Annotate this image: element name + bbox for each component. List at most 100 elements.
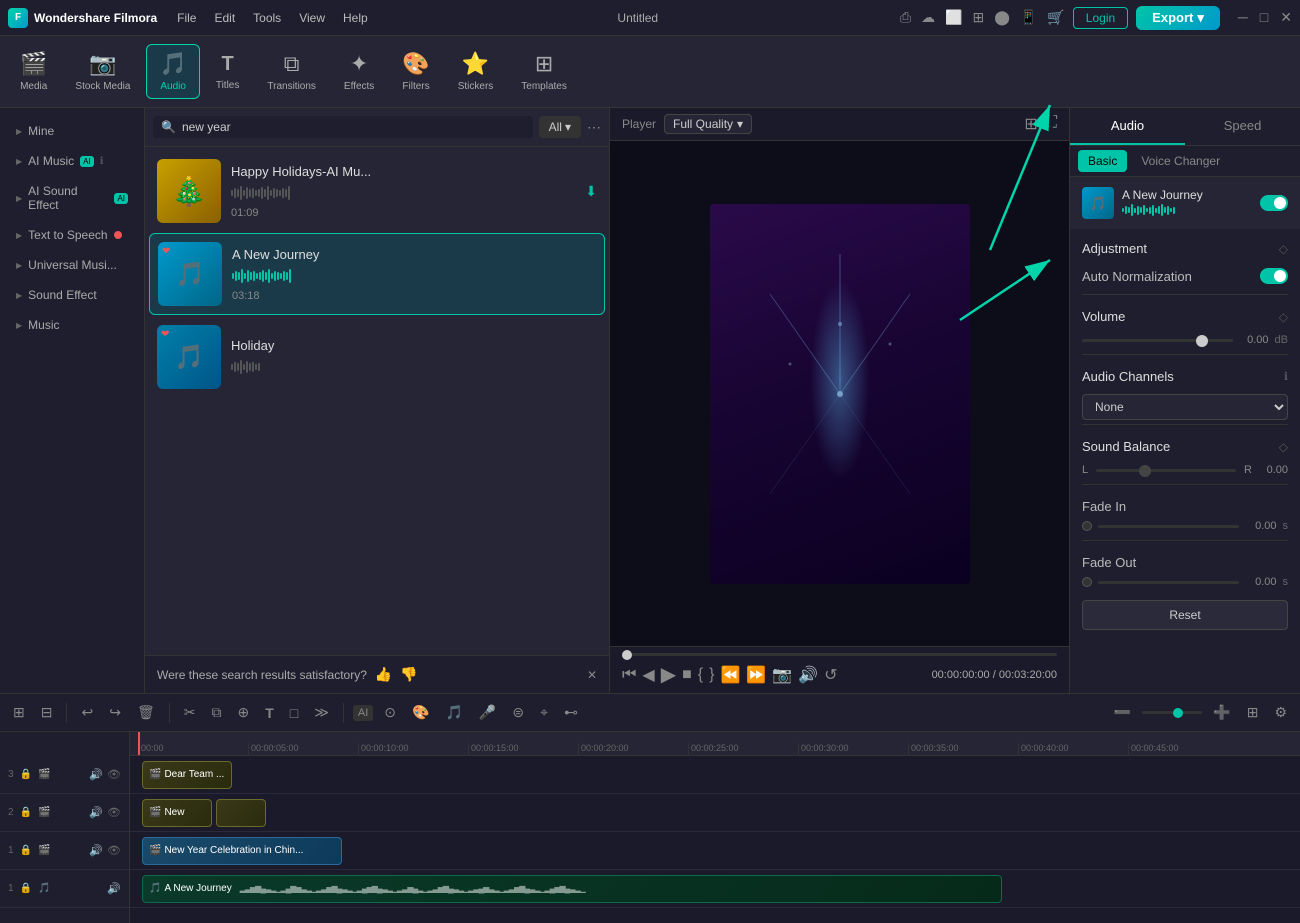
rotate-button[interactable]: ↺ bbox=[824, 665, 837, 685]
tl-copy-button[interactable]: ⧉ bbox=[206, 701, 226, 724]
menu-edit[interactable]: Edit bbox=[206, 9, 243, 27]
screen-icon[interactable]: ⬜ bbox=[945, 9, 962, 26]
tl-delete-button[interactable]: 🗑 bbox=[132, 701, 160, 724]
tl-zoom-out-button[interactable]: ➖ bbox=[1109, 701, 1136, 724]
cart-icon[interactable]: 🛒 bbox=[1047, 9, 1064, 26]
record-icon[interactable]: ⬤ bbox=[994, 9, 1010, 26]
track2-audio-icon[interactable]: 🔊 bbox=[89, 806, 103, 819]
tl-zoom-in-button[interactable]: ➕ bbox=[1208, 701, 1235, 724]
thumbs-down-button[interactable]: 👎 bbox=[400, 666, 417, 683]
tl-audio-button[interactable]: 🎵 bbox=[440, 701, 467, 724]
tl-subtitle-button[interactable]: ⊜ bbox=[507, 701, 529, 724]
tl-paste-button[interactable]: ⊕ bbox=[232, 701, 254, 724]
tl-settings-button[interactable]: ⚙ bbox=[1269, 701, 1292, 724]
sidebar-item-mine[interactable]: ▶ Mine bbox=[0, 116, 144, 146]
tl-mic-button[interactable]: 🎤 bbox=[474, 701, 501, 724]
tool-stock[interactable]: 📷 Stock Media bbox=[63, 45, 142, 98]
tool-media[interactable]: 🎬 Media bbox=[8, 45, 59, 98]
track3-audio-icon[interactable]: 🔊 bbox=[89, 768, 103, 781]
progress-bar[interactable] bbox=[622, 653, 1057, 656]
track2-eye-icon[interactable]: 👁 bbox=[107, 806, 121, 819]
audio-channels-select[interactable]: None Mono Stereo bbox=[1082, 394, 1288, 420]
tl-clip-new[interactable]: 🎬 New bbox=[142, 799, 212, 827]
tab-audio[interactable]: Audio bbox=[1070, 108, 1185, 145]
tool-templates[interactable]: ⊞ Templates bbox=[509, 45, 579, 98]
tl-split-button[interactable]: ⊷ bbox=[559, 701, 583, 724]
tl-more-button[interactable]: ≫ bbox=[309, 701, 334, 724]
sidebar-item-ai-sound[interactable]: ▶ AI Sound Effect AI bbox=[0, 176, 144, 220]
menu-help[interactable]: Help bbox=[335, 9, 376, 27]
tool-transitions[interactable]: ⧉ Transitions bbox=[255, 45, 328, 98]
close-button[interactable]: ✕ bbox=[1280, 9, 1292, 26]
sidebar-item-tts[interactable]: ▶ Text to Speech bbox=[0, 220, 144, 250]
auto-norm-toggle-2[interactable] bbox=[1260, 268, 1288, 284]
tl-layout-button[interactable]: ⊞ bbox=[1242, 701, 1264, 724]
volume-slider-thumb[interactable] bbox=[1196, 335, 1208, 347]
tl-list-button[interactable]: ⊟ bbox=[36, 701, 58, 724]
tl-mask-button[interactable]: □ bbox=[285, 702, 303, 724]
audio-item-happy-holidays[interactable]: 🎄 Happy Holidays-AI Mu... 01:09 ⬇ bbox=[149, 151, 605, 231]
zoom-thumb[interactable] bbox=[1173, 708, 1183, 718]
auto-norm-toggle[interactable] bbox=[1260, 195, 1288, 211]
tl-detect-button[interactable]: ⌖ bbox=[535, 701, 553, 724]
tl-color-button[interactable]: 🎨 bbox=[407, 701, 434, 724]
fade-out-track[interactable] bbox=[1098, 581, 1239, 584]
prev-frame-button[interactable]: ⏮ bbox=[622, 666, 636, 684]
prev-marker-button[interactable]: ⏪ bbox=[720, 665, 740, 685]
tl-redo-button[interactable]: ↪ bbox=[104, 701, 126, 724]
fade-out-dot[interactable] bbox=[1082, 577, 1092, 587]
out-point-button[interactable]: } bbox=[709, 666, 714, 684]
quality-select[interactable]: Full Quality ▾ bbox=[664, 114, 752, 134]
filter-button[interactable]: All ▾ bbox=[539, 116, 581, 138]
tl-clip-dear-team[interactable]: 🎬 Dear Team ... bbox=[142, 761, 232, 789]
sound-balance-thumb[interactable] bbox=[1139, 465, 1151, 477]
phone-icon[interactable]: 📱 bbox=[1020, 9, 1037, 26]
zoom-track[interactable] bbox=[1142, 711, 1202, 714]
menu-file[interactable]: File bbox=[169, 9, 204, 27]
download-icon-happy-holidays[interactable]: ⬇ bbox=[585, 183, 597, 200]
sidebar-item-ai-music[interactable]: ▶ AI Music AI ℹ bbox=[0, 146, 144, 176]
share-icon[interactable]: ⎙ bbox=[900, 9, 911, 26]
audio-item-new-journey[interactable]: ❤ 🎵 A New Journey 03:18 bbox=[149, 233, 605, 315]
in-point-button[interactable]: { bbox=[698, 666, 703, 684]
menu-tools[interactable]: Tools bbox=[245, 9, 289, 27]
sidebar-item-sound-effect[interactable]: ▶ Sound Effect bbox=[0, 280, 144, 310]
menu-view[interactable]: View bbox=[291, 9, 333, 27]
volume-button[interactable]: 🔊 bbox=[798, 665, 818, 685]
audio-item-holiday[interactable]: ❤ 🎵 Holiday bbox=[149, 317, 605, 397]
fullscreen-icon[interactable]: ⛶ bbox=[1046, 114, 1057, 134]
login-button[interactable]: Login bbox=[1073, 7, 1128, 29]
rewind-button[interactable]: ◀ bbox=[642, 665, 654, 685]
search-box[interactable]: 🔍 bbox=[153, 116, 533, 138]
feedback-close-button[interactable]: ✕ bbox=[587, 668, 597, 682]
track1-audio-icon[interactable]: 🔊 bbox=[89, 844, 103, 857]
cloud-icon[interactable]: ☁ bbox=[921, 9, 935, 26]
sidebar-item-universal[interactable]: ▶ Universal Musi... bbox=[0, 250, 144, 280]
tl-cut-button[interactable]: ✂ bbox=[179, 701, 201, 724]
audio-track-volume-icon[interactable]: 🔊 bbox=[107, 882, 121, 895]
minimize-button[interactable]: ─ bbox=[1238, 9, 1248, 26]
tl-clip-new2[interactable] bbox=[216, 799, 266, 827]
tl-ai-button[interactable]: AI bbox=[353, 705, 373, 721]
grid-view-icon[interactable]: ⊞ bbox=[1024, 114, 1037, 134]
volume-slider-track[interactable] bbox=[1082, 339, 1233, 342]
tool-audio[interactable]: 🎵 Audio bbox=[146, 44, 199, 99]
subtab-voice-changer[interactable]: Voice Changer bbox=[1131, 150, 1230, 172]
maximize-button[interactable]: □ bbox=[1260, 9, 1268, 26]
thumbs-up-button[interactable]: 👍 bbox=[375, 666, 392, 683]
tab-speed[interactable]: Speed bbox=[1185, 108, 1300, 145]
tl-grid-button[interactable]: ⊞ bbox=[8, 701, 30, 724]
search-input[interactable] bbox=[182, 120, 525, 134]
tool-effects[interactable]: ✦ Effects bbox=[332, 45, 386, 98]
subtab-basic[interactable]: Basic bbox=[1078, 150, 1127, 172]
tl-undo-button[interactable]: ↩ bbox=[76, 701, 98, 724]
sound-balance-track[interactable] bbox=[1096, 469, 1236, 472]
grid-icon[interactable]: ⊞ bbox=[973, 9, 985, 26]
play-button[interactable]: ▶ bbox=[661, 662, 676, 687]
tool-filters[interactable]: 🎨 Filters bbox=[390, 45, 441, 98]
tl-stabilize-button[interactable]: ⊙ bbox=[379, 701, 401, 724]
tl-text-button[interactable]: T bbox=[260, 702, 279, 724]
tool-stickers[interactable]: ⭐ Stickers bbox=[446, 45, 506, 98]
fade-in-track[interactable] bbox=[1098, 525, 1239, 528]
tl-playhead[interactable] bbox=[138, 732, 140, 755]
